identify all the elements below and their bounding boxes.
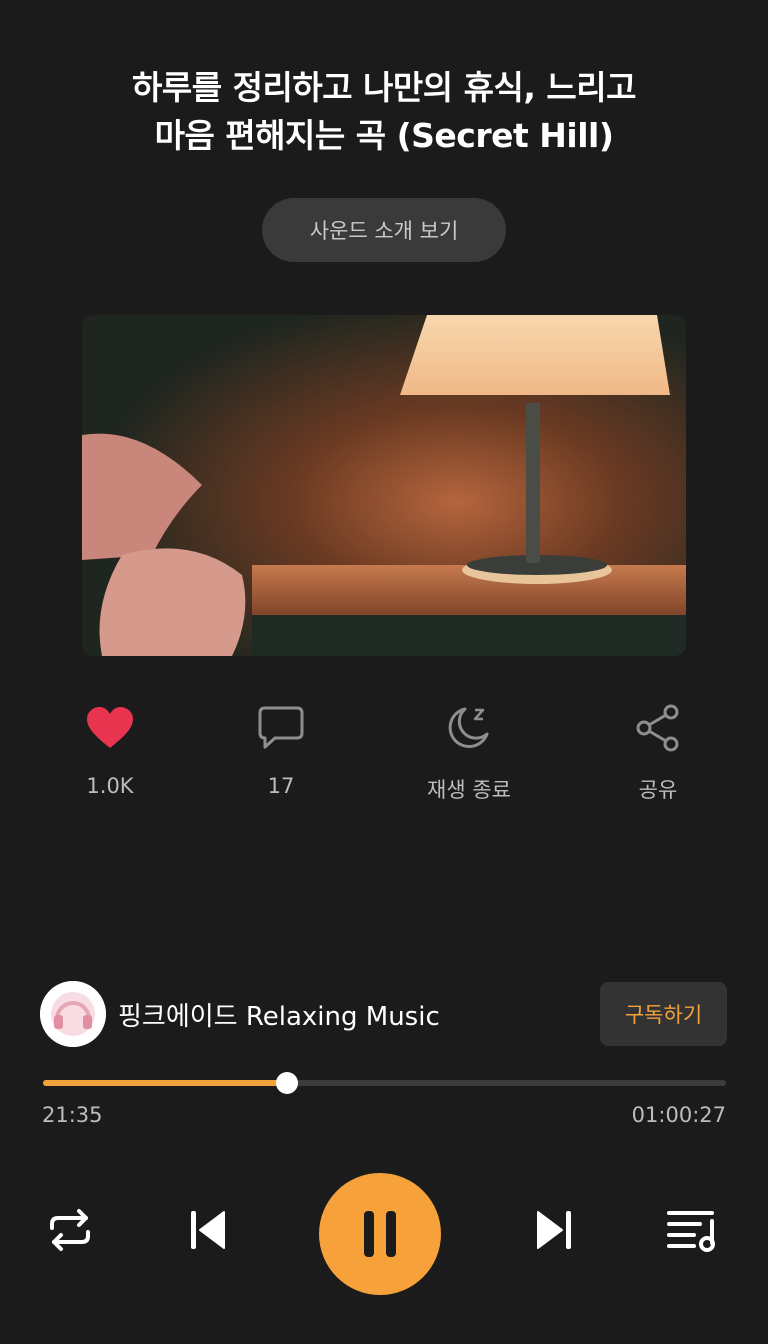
sleep-timer-label: 재생 종료 bbox=[427, 778, 511, 802]
elapsed-time: 21:35 bbox=[42, 1103, 103, 1127]
share-button[interactable]: 공유 bbox=[578, 700, 738, 804]
repeat-icon bbox=[50, 1209, 90, 1251]
next-icon bbox=[537, 1211, 571, 1249]
sound-intro-button[interactable]: 사운드 소개 보기 bbox=[262, 198, 506, 262]
moon-icon bbox=[443, 700, 495, 756]
pause-icon bbox=[364, 1211, 396, 1257]
previous-button[interactable] bbox=[180, 1200, 236, 1260]
track-title: 하루를 정리하고 나만의 휴식, 느리고 마음 편해지는 곡 (Secret H… bbox=[40, 64, 728, 160]
channel-avatar[interactable] bbox=[40, 981, 106, 1047]
like-count: 1.0K bbox=[86, 774, 134, 798]
next-button[interactable] bbox=[526, 1200, 582, 1260]
progress-fill bbox=[43, 1080, 287, 1086]
album-artwork bbox=[82, 315, 686, 656]
pause-button[interactable] bbox=[319, 1173, 441, 1295]
previous-icon bbox=[191, 1211, 225, 1249]
subscribe-button[interactable]: 구독하기 bbox=[600, 982, 727, 1046]
like-button[interactable]: 1.0K bbox=[30, 700, 190, 798]
playlist-icon bbox=[667, 1211, 715, 1252]
headphones-icon bbox=[40, 981, 106, 1047]
share-icon bbox=[635, 700, 681, 756]
total-duration: 01:00:27 bbox=[631, 1103, 726, 1127]
bedside-lamp-image bbox=[82, 315, 686, 656]
channel-name[interactable]: 핑크에이드 Relaxing Music bbox=[118, 996, 440, 1033]
progress-bar[interactable] bbox=[43, 1072, 726, 1094]
track-title-line2: 마음 편해지는 곡 (Secret Hill) bbox=[154, 116, 614, 155]
progress-handle[interactable] bbox=[275, 1072, 298, 1094]
comment-icon bbox=[257, 700, 305, 756]
track-title-line1: 하루를 정리하고 나만의 휴식, 느리고 bbox=[132, 68, 636, 107]
heart-icon bbox=[85, 700, 135, 756]
playlist-button[interactable] bbox=[662, 1200, 726, 1260]
comment-button[interactable]: 17 bbox=[201, 700, 361, 798]
sleep-timer-button[interactable]: 재생 종료 bbox=[389, 700, 549, 804]
comment-count: 17 bbox=[267, 774, 295, 798]
repeat-button[interactable] bbox=[40, 1200, 100, 1260]
share-label: 공유 bbox=[638, 778, 678, 802]
